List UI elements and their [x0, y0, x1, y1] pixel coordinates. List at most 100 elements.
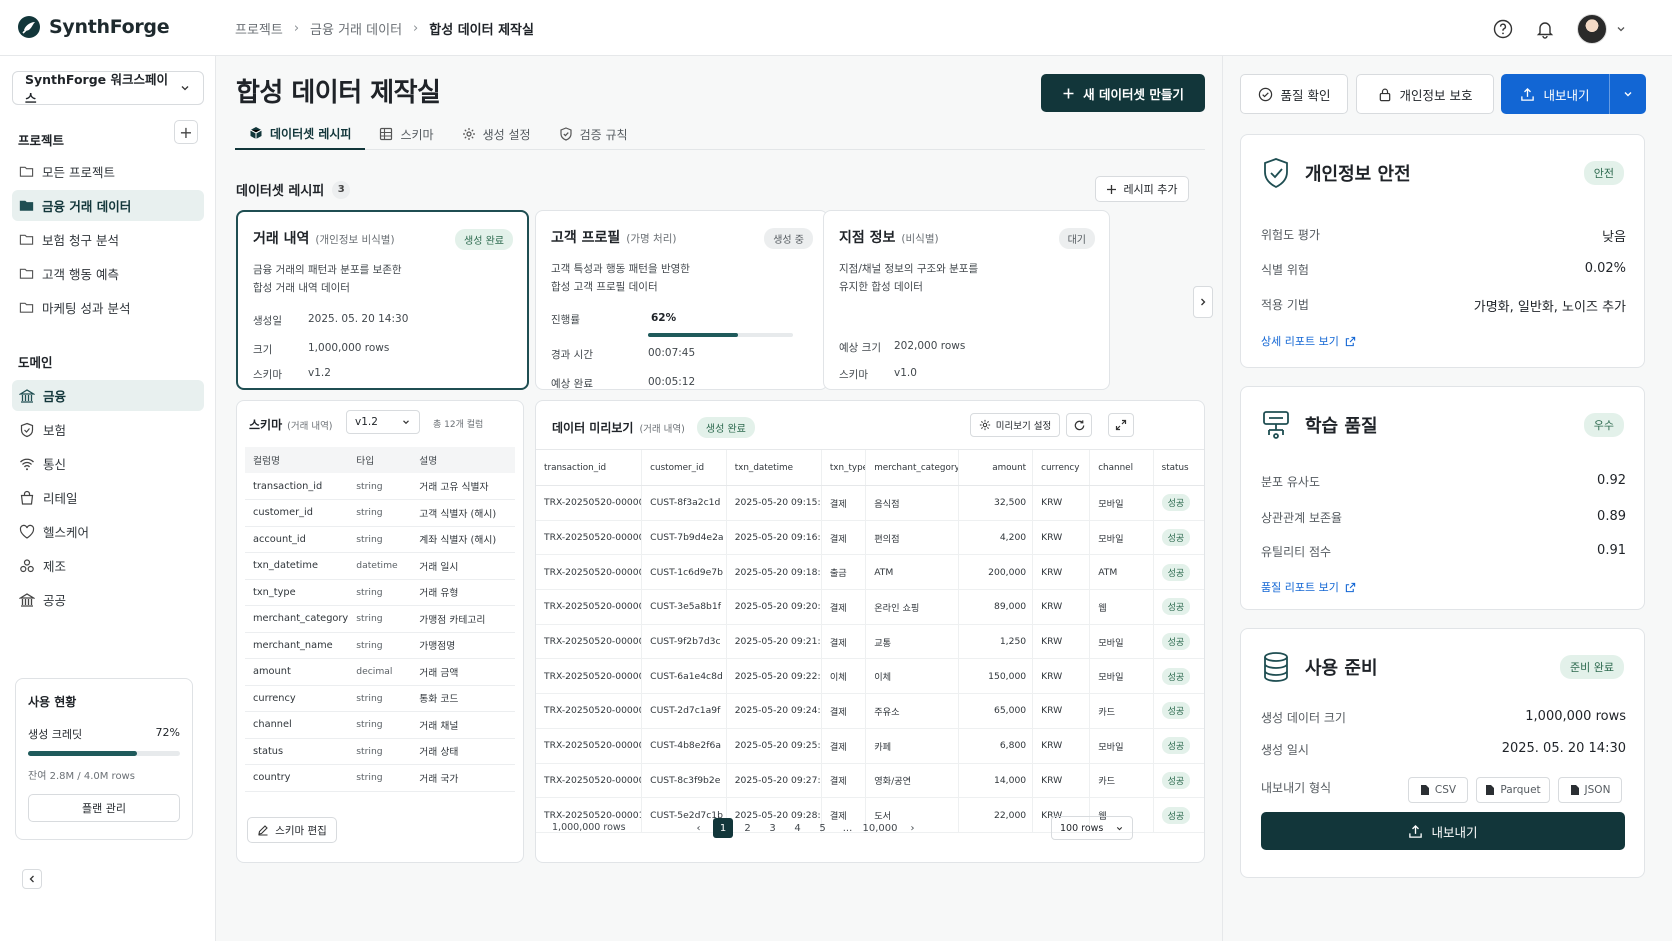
export-data-button[interactable]: 내보내기	[1261, 812, 1625, 850]
table-row[interactable]: TRX-20250520-000007 CUST-2d7c1a9f 2025-05-…	[536, 693, 1204, 729]
column-name: status	[245, 738, 349, 765]
domain-item[interactable]: 보험	[12, 414, 204, 445]
tab-settings[interactable]: 생성 설정	[448, 118, 545, 150]
page-ellipsis: ...	[842, 822, 853, 834]
manage-plan-button[interactable]: 플랜 관리	[28, 794, 180, 822]
rows-per-page-select[interactable]: 100 rows	[1051, 816, 1133, 840]
quality-check-button[interactable]: 품질 확인	[1240, 74, 1348, 114]
help-icon[interactable]	[1493, 19, 1513, 39]
column-header[interactable]: customer_id	[641, 449, 727, 486]
page-button[interactable]: 3	[760, 823, 785, 834]
project-item[interactable]: 고객 행동 예측	[12, 258, 204, 289]
schema-row[interactable]: account_id string 계좌 식별자 (해시)	[245, 526, 515, 553]
page-button[interactable]: 4	[785, 823, 810, 834]
column-header[interactable]: txn_type	[820, 449, 866, 486]
format-csv-button[interactable]: CSV	[1408, 777, 1468, 803]
page-button[interactable]: 5	[810, 823, 835, 834]
recipe-card-customers[interactable]: 고객 프로필 (가명 처리) 생성 중 고객 특성과 행동 패턴을 반영한 합성 고…	[535, 210, 828, 390]
bell-icon[interactable]	[1535, 19, 1555, 39]
next-page-button[interactable]: ›	[900, 823, 925, 834]
table-cell: 웹	[1089, 589, 1154, 625]
prev-page-button[interactable]: ‹	[686, 823, 711, 834]
table-cell: 2025-05-20 09:25:41	[725, 728, 822, 764]
recipe-card-transactions[interactable]: 거래 내역 (개인정보 비식별) 생성 완료 금융 거래의 패턴과 분포를 보존한…	[236, 210, 529, 390]
column-header[interactable]: transaction_id	[536, 449, 642, 486]
schema-row[interactable]: transaction_id string 거래 고유 식별자	[245, 473, 515, 500]
workspace-select[interactable]: SynthForge 워크스페이스	[12, 71, 204, 106]
project-item[interactable]: 모든 프로젝트	[12, 156, 204, 187]
domain-item[interactable]: 리테일	[12, 482, 204, 513]
add-project-button[interactable]: +	[174, 120, 198, 144]
preview-settings-button[interactable]: 미리보기 설정	[970, 413, 1060, 437]
table-row[interactable]: TRX-20250520-000009 CUST-8c3f9b2e 2025-05-…	[536, 763, 1204, 799]
breadcrumb-item[interactable]: 금융 거래 데이터	[310, 19, 402, 38]
recipe-card-branches[interactable]: 지점 정보 (비식별) 대기 지점/채널 정보의 구조와 분포를 유지한 합성 데이…	[823, 210, 1110, 390]
new-dataset-button[interactable]: 새 데이터셋 만들기	[1041, 74, 1205, 112]
privacy-protect-button[interactable]: 개인정보 보호	[1356, 74, 1494, 114]
recipes-next-button[interactable]	[1193, 286, 1213, 318]
format-parquet-button[interactable]: Parquet	[1476, 777, 1550, 803]
schema-row[interactable]: amount decimal 거래 금액	[245, 658, 515, 686]
shield-icon	[19, 422, 35, 438]
recipe-description: 금융 거래의 패턴과 분포를 보존한 합성 거래 내역 데이터	[253, 261, 512, 297]
format-json-button[interactable]: JSON	[1558, 777, 1622, 803]
column-header[interactable]: currency	[1032, 449, 1090, 486]
collapse-sidebar-button[interactable]	[22, 869, 42, 889]
table-row[interactable]: TRX-20250520-000006 CUST-6a1e4c8d 2025-05-…	[536, 658, 1204, 695]
schema-row[interactable]: channel string 거래 채널	[245, 711, 515, 739]
schema-row[interactable]: merchant_name string 가맹점명	[245, 632, 515, 659]
schema-row[interactable]: status string 거래 상태	[245, 738, 515, 765]
external-link-icon	[1345, 582, 1356, 593]
page-button[interactable]: 10,000	[860, 823, 900, 834]
schema-row[interactable]: merchant_category string 가맹점 카테고리	[245, 605, 515, 633]
column-header[interactable]: channel	[1089, 449, 1154, 486]
meta-key: 스키마	[839, 369, 868, 381]
domain-item-active[interactable]: 금융	[12, 380, 204, 411]
quality-report-link[interactable]: 품질 리포트 보기	[1261, 579, 1356, 595]
table-row[interactable]: TRX-20250520-000005 CUST-9f2b7d3c 2025-05-…	[536, 624, 1204, 660]
page-button-active[interactable]: 1	[713, 818, 733, 838]
edit-schema-button[interactable]: 스키마 편집	[247, 817, 337, 843]
table-row[interactable]: TRX-20250520-000008 CUST-4b8e2f6a 2025-05-…	[536, 728, 1204, 764]
refresh-button[interactable]	[1066, 413, 1092, 437]
column-header[interactable]: merchant_category	[865, 449, 959, 486]
schema-row[interactable]: currency string 통화 코드	[245, 685, 515, 712]
column-header[interactable]: status	[1152, 449, 1204, 486]
detail-report-link[interactable]: 상세 리포트 보기	[1261, 333, 1356, 349]
project-item[interactable]: 보험 청구 분석	[12, 224, 204, 255]
page-button[interactable]: 2	[735, 823, 760, 834]
table-row[interactable]: TRX-20250520-000004 CUST-3e5a8b1f 2025-05-…	[536, 589, 1204, 625]
boxes-icon	[19, 558, 35, 574]
tab-validation[interactable]: 검증 규칙	[545, 118, 642, 150]
tab-recipes[interactable]: 데이터셋 레시피	[235, 118, 366, 150]
table-row[interactable]: TRX-20250520-000001 CUST-8f3a2c1d 2025-05-…	[536, 485, 1204, 521]
column-header[interactable]: amount	[958, 449, 1033, 486]
schema-version-select[interactable]: v1.2	[346, 410, 420, 434]
tab-schema[interactable]: 스키마	[365, 118, 447, 150]
breadcrumb-item[interactable]: 프로젝트	[235, 19, 283, 38]
table-row[interactable]: TRX-20250520-000002 CUST-7b9d4e2a 2025-05-…	[536, 520, 1204, 556]
export-button[interactable]: 내보내기	[1501, 74, 1610, 114]
add-recipe-button[interactable]: 레시피 추가	[1095, 176, 1189, 202]
schema-row[interactable]: txn_type string 거래 유형	[245, 579, 515, 606]
column-header[interactable]: txn_datetime	[725, 449, 822, 486]
expand-button[interactable]	[1108, 413, 1134, 437]
table-cell: KRW	[1032, 589, 1090, 625]
app-logo[interactable]: SynthForge	[17, 15, 170, 39]
project-item-active[interactable]: 금융 거래 데이터	[12, 190, 204, 221]
meta-value: 2025. 05. 20 14:30	[308, 313, 409, 325]
project-item[interactable]: 마케팅 성과 분석	[12, 292, 204, 323]
domain-item[interactable]: 통신	[12, 448, 204, 479]
domain-item[interactable]: 제조	[12, 550, 204, 581]
table-row[interactable]: TRX-20250520-000003 CUST-1c6d9e7b 2025-05-…	[536, 554, 1204, 591]
table-cell: 편의점	[865, 520, 959, 556]
domain-item[interactable]: 헬스케어	[12, 516, 204, 547]
user-menu[interactable]	[1577, 14, 1627, 44]
project-label: 보험 청구 분석	[42, 233, 119, 248]
export-dropdown-button[interactable]	[1610, 88, 1646, 100]
projects-title: 프로젝트	[18, 133, 65, 148]
schema-row[interactable]: txn_datetime datetime 거래 일시	[245, 552, 515, 580]
domain-item[interactable]: 공공	[12, 584, 204, 615]
schema-row[interactable]: country string 거래 국가	[245, 764, 515, 792]
schema-row[interactable]: customer_id string 고객 식별자 (해시)	[245, 499, 515, 527]
